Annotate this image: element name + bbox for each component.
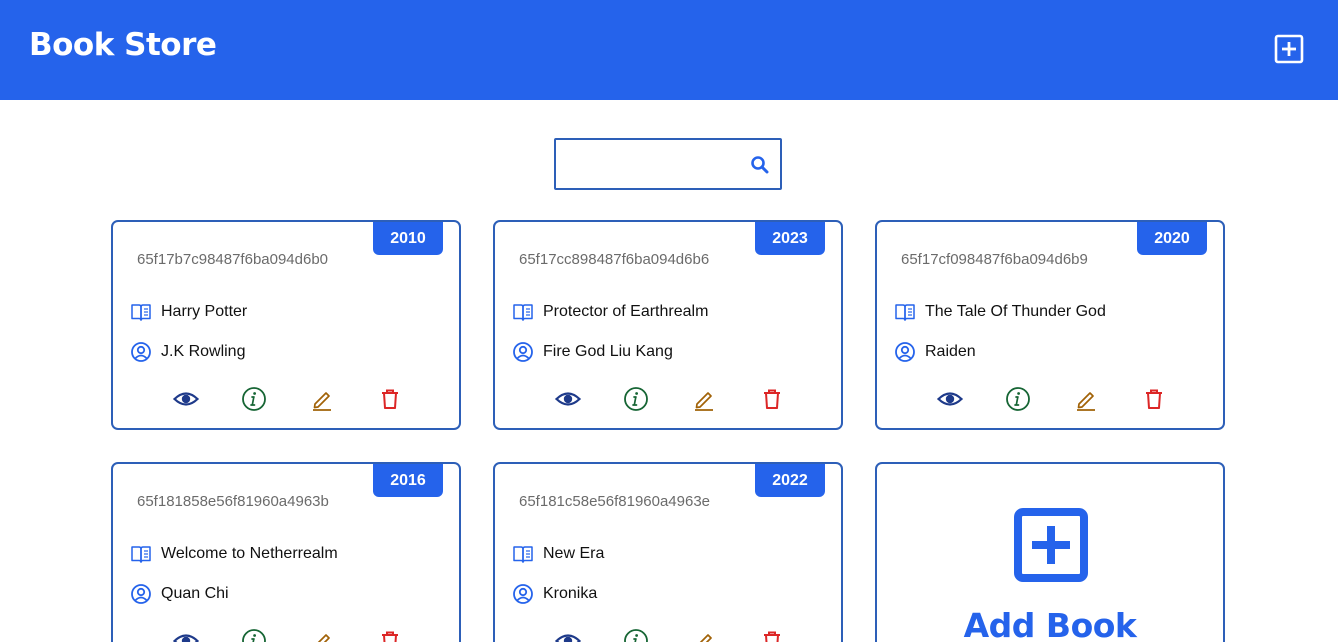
book-title: Protector of Earthrealm (543, 303, 709, 320)
book-title-row: New Era (512, 543, 604, 565)
card-actions (555, 628, 795, 642)
book-card: 2016 65f181858e56f81960a4963b Welcome to… (111, 462, 461, 642)
book-icon (131, 546, 151, 563)
info-icon[interactable] (241, 386, 267, 412)
book-id: 65f17cf098487f6ba094d6b9 (901, 251, 1088, 268)
eye-icon[interactable] (173, 628, 199, 642)
book-title: Harry Potter (161, 303, 248, 320)
eye-icon[interactable] (173, 386, 199, 412)
user-circle-icon (513, 342, 533, 362)
add-book-card[interactable]: Add Book (875, 462, 1225, 642)
book-icon (513, 304, 533, 321)
trash-icon[interactable] (377, 628, 403, 642)
pencil-icon[interactable] (691, 386, 717, 412)
book-title: New Era (543, 545, 605, 562)
book-author-row: Fire God Liu Kang (512, 341, 673, 363)
user-circle-icon (895, 342, 915, 362)
info-icon[interactable] (241, 628, 267, 642)
trash-icon[interactable] (759, 386, 785, 412)
book-title: Welcome to Netherrealm (161, 545, 338, 562)
book-icon (895, 304, 915, 321)
book-title: The Tale Of Thunder God (925, 303, 1106, 320)
book-icon (513, 546, 533, 563)
book-author-row: J.K Rowling (130, 341, 245, 363)
publish-year-badge: 2020 (1137, 222, 1207, 255)
publish-year-badge: 2023 (755, 222, 825, 255)
info-icon[interactable] (623, 386, 649, 412)
info-icon[interactable] (1005, 386, 1031, 412)
app-header: Book Store (0, 0, 1338, 100)
book-id: 65f17cc898487f6ba094d6b6 (519, 251, 710, 268)
book-id: 65f17b7c98487f6ba094d6b0 (137, 251, 329, 268)
pencil-icon[interactable] (1073, 386, 1099, 412)
plus-square-icon[interactable] (1274, 34, 1304, 64)
book-author: Kronika (543, 585, 598, 602)
eye-icon[interactable] (555, 386, 581, 412)
publish-year-badge: 2022 (755, 464, 825, 497)
pencil-icon[interactable] (691, 628, 717, 642)
publish-year-badge: 2010 (373, 222, 443, 255)
user-circle-icon (131, 342, 151, 362)
publish-year-badge: 2016 (373, 464, 443, 497)
book-card: 2020 65f17cf098487f6ba094d6b9 The Tale O… (875, 220, 1225, 430)
eye-icon[interactable] (555, 628, 581, 642)
book-card: 2022 65f181c58e56f81960a4963e New Era Kr… (493, 462, 843, 642)
plus-square-icon[interactable] (1014, 508, 1088, 582)
book-author: Raiden (925, 343, 976, 360)
trash-icon[interactable] (759, 628, 785, 642)
pencil-icon[interactable] (309, 628, 335, 642)
app-title: Book Store (29, 27, 217, 63)
search-icon[interactable] (750, 155, 770, 175)
pencil-icon[interactable] (309, 386, 335, 412)
card-actions (555, 386, 795, 412)
book-card: 2010 65f17b7c98487f6ba094d6b0 Harry Pott… (111, 220, 461, 430)
book-author: J.K Rowling (161, 343, 246, 360)
book-title-row: The Tale Of Thunder God (894, 301, 1106, 323)
card-actions (937, 386, 1177, 412)
trash-icon[interactable] (1141, 386, 1167, 412)
book-author-row: Kronika (512, 583, 597, 605)
book-title-row: Welcome to Netherrealm (130, 543, 338, 565)
eye-icon[interactable] (937, 386, 963, 412)
card-actions (173, 386, 413, 412)
user-circle-icon (131, 584, 151, 604)
book-icon (131, 304, 151, 321)
info-icon[interactable] (623, 628, 649, 642)
search-box (554, 138, 782, 190)
search-input[interactable] (556, 140, 742, 188)
card-actions (173, 628, 413, 642)
book-author: Fire God Liu Kang (543, 343, 673, 360)
book-card: 2023 65f17cc898487f6ba094d6b6 Protector … (493, 220, 843, 430)
book-author: Quan Chi (161, 585, 229, 602)
book-id: 65f181c58e56f81960a4963e (519, 493, 711, 510)
user-circle-icon (513, 584, 533, 604)
book-title-row: Protector of Earthrealm (512, 301, 708, 323)
book-title-row: Harry Potter (130, 301, 247, 323)
add-book-label[interactable]: Add Book (877, 606, 1223, 642)
book-id: 65f181858e56f81960a4963b (137, 493, 329, 510)
book-author-row: Quan Chi (130, 583, 229, 605)
book-author-row: Raiden (894, 341, 976, 363)
trash-icon[interactable] (377, 386, 403, 412)
